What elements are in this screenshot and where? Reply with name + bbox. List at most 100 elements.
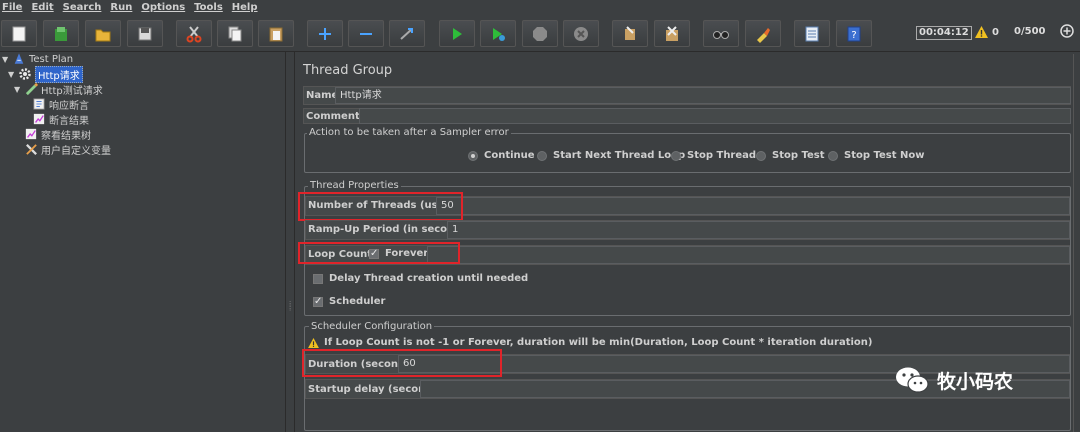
collapse-all-button[interactable]: [348, 20, 384, 47]
paste-icon: [269, 27, 283, 41]
radio-stop-thread[interactable]: Stop Thread: [671, 150, 756, 161]
radio-icon: [828, 150, 838, 161]
thread-properties-legend: Thread Properties: [308, 180, 401, 191]
radio-selected-icon: [468, 150, 478, 161]
page-title: Thread Group: [303, 63, 393, 78]
clear-button[interactable]: [612, 20, 648, 47]
menu-run[interactable]: Run: [110, 2, 132, 13]
toolbar: ? 00:04:12 0 0/500: [0, 14, 1080, 52]
help-icon: ?: [847, 26, 861, 41]
clear-all-icon: [666, 25, 678, 41]
scheduler-checkbox[interactable]: ✓ Scheduler: [313, 296, 385, 307]
gear-icon: [18, 68, 32, 81]
chart-icon: [24, 128, 38, 141]
clear-icon: [625, 25, 635, 40]
tree-item-assertion-results[interactable]: 断言结果: [32, 112, 89, 127]
expand-all-button[interactable]: [307, 20, 343, 47]
start-no-pauses-button[interactable]: [480, 20, 516, 47]
new-icon: [12, 26, 26, 41]
split-pane-divider[interactable]: ⁝ ⁝: [285, 52, 295, 432]
panel-scroll-edge: [1073, 54, 1074, 432]
highlight-box: [298, 192, 463, 221]
jmeter-window: { "menu": ["File","Edit","Search","Run",…: [0, 0, 1080, 432]
tree-item-response-assertion[interactable]: 响应断言: [32, 97, 89, 112]
tree-item-thread-group[interactable]: ▼ Http请求: [8, 65, 83, 83]
menu-options[interactable]: Options: [141, 2, 185, 13]
radio-stop-test-now[interactable]: Stop Test Now: [828, 150, 924, 161]
chart-icon: [32, 113, 46, 126]
tree-item-user-variables[interactable]: 用户自定义变量: [24, 142, 111, 157]
menu-tools[interactable]: Tools: [194, 2, 223, 13]
stop-button[interactable]: [522, 20, 558, 47]
assertion-icon: [32, 98, 46, 111]
radio-stop-test[interactable]: Stop Test: [756, 150, 825, 161]
test-plan-tree: ▼ Test Plan ▼ Http请求 ▼ Http测试请求 响应断言 断言结…: [0, 52, 285, 432]
radio-start-next-loop[interactable]: Start Next Thread Loop: [537, 150, 685, 161]
wrench-icon: [24, 143, 38, 156]
test-plan-icon: [12, 53, 26, 66]
shutdown-button[interactable]: [563, 20, 599, 47]
search-icon: [713, 30, 729, 39]
templates-button[interactable]: [43, 20, 79, 47]
num-threads-field[interactable]: 50: [436, 197, 1070, 215]
sampler-error-legend: Action to be taken after a Sampler error: [307, 127, 511, 138]
watermark-text: 牧小码农: [937, 370, 1014, 393]
paste-button[interactable]: [258, 20, 294, 47]
warnings-indicator[interactable]: 0: [975, 26, 999, 38]
expand-arrow-icon[interactable]: ▼: [2, 55, 12, 64]
templates-icon: [55, 26, 67, 41]
stop-icon: [533, 26, 547, 41]
menu-bar: File Edit Search Run Options Tools Help: [0, 0, 1080, 14]
cut-icon: [186, 25, 202, 42]
copy-button[interactable]: [217, 20, 253, 47]
name-field[interactable]: Http请求: [335, 87, 1071, 104]
search-button[interactable]: [703, 20, 739, 47]
save-button[interactable]: [127, 20, 163, 47]
svg-text:?: ?: [851, 30, 856, 41]
tree-item-view-results-tree[interactable]: 察看结果树: [24, 127, 91, 142]
toggle-icon: [400, 27, 413, 40]
loop-count-field[interactable]: [427, 246, 1070, 264]
pencil-icon: [24, 82, 38, 96]
shutdown-icon: [574, 26, 588, 41]
highlight-box: [298, 242, 460, 264]
radio-icon: [537, 150, 547, 161]
radio-continue[interactable]: Continue: [468, 150, 535, 161]
checkbox-icon: [313, 273, 323, 284]
cut-button[interactable]: [176, 20, 212, 47]
reset-search-button[interactable]: [745, 20, 781, 47]
tree-item-test-plan[interactable]: ▼ Test Plan: [2, 52, 73, 66]
radio-icon: [756, 150, 766, 161]
help-button[interactable]: ?: [836, 20, 872, 47]
copy-icon: [228, 26, 242, 41]
expand-icon: [319, 27, 331, 40]
collapse-icon: [360, 32, 372, 35]
open-button[interactable]: [85, 20, 121, 47]
save-icon: [138, 27, 152, 40]
scheduler-info-text: If Loop Count is not -1 or Forever, dura…: [324, 337, 873, 348]
checkbox-checked-icon: ✓: [313, 295, 323, 307]
menu-file[interactable]: File: [2, 2, 22, 13]
function-helper-button[interactable]: [794, 20, 830, 47]
plus-circle-icon: [1060, 24, 1074, 38]
expand-arrow-icon[interactable]: ▼: [14, 85, 24, 94]
watermark-logo: 牧小码农: [895, 366, 1013, 394]
new-button[interactable]: [1, 20, 37, 47]
menu-search[interactable]: Search: [63, 2, 102, 13]
active-threads: 0/500: [1014, 26, 1046, 37]
toggle-button[interactable]: [389, 20, 425, 47]
reset-search-icon: [757, 27, 770, 43]
elapsed-timer: 00:04:12: [916, 26, 972, 40]
log-viewer-button[interactable]: [1060, 24, 1074, 38]
delay-thread-checkbox[interactable]: Delay Thread creation until needed: [313, 273, 528, 284]
menu-help[interactable]: Help: [232, 2, 258, 13]
tree-item-http-sampler[interactable]: ▼ Http测试请求: [14, 82, 103, 97]
start-button[interactable]: [439, 20, 475, 47]
rampup-field[interactable]: 1: [447, 221, 1070, 239]
clear-all-button[interactable]: [654, 20, 690, 47]
open-icon: [95, 29, 111, 41]
scheduler-config-legend: Scheduler Configuration: [309, 321, 435, 332]
expand-arrow-icon[interactable]: ▼: [8, 70, 18, 79]
menu-edit[interactable]: Edit: [31, 2, 53, 13]
comments-field[interactable]: [359, 108, 1071, 124]
